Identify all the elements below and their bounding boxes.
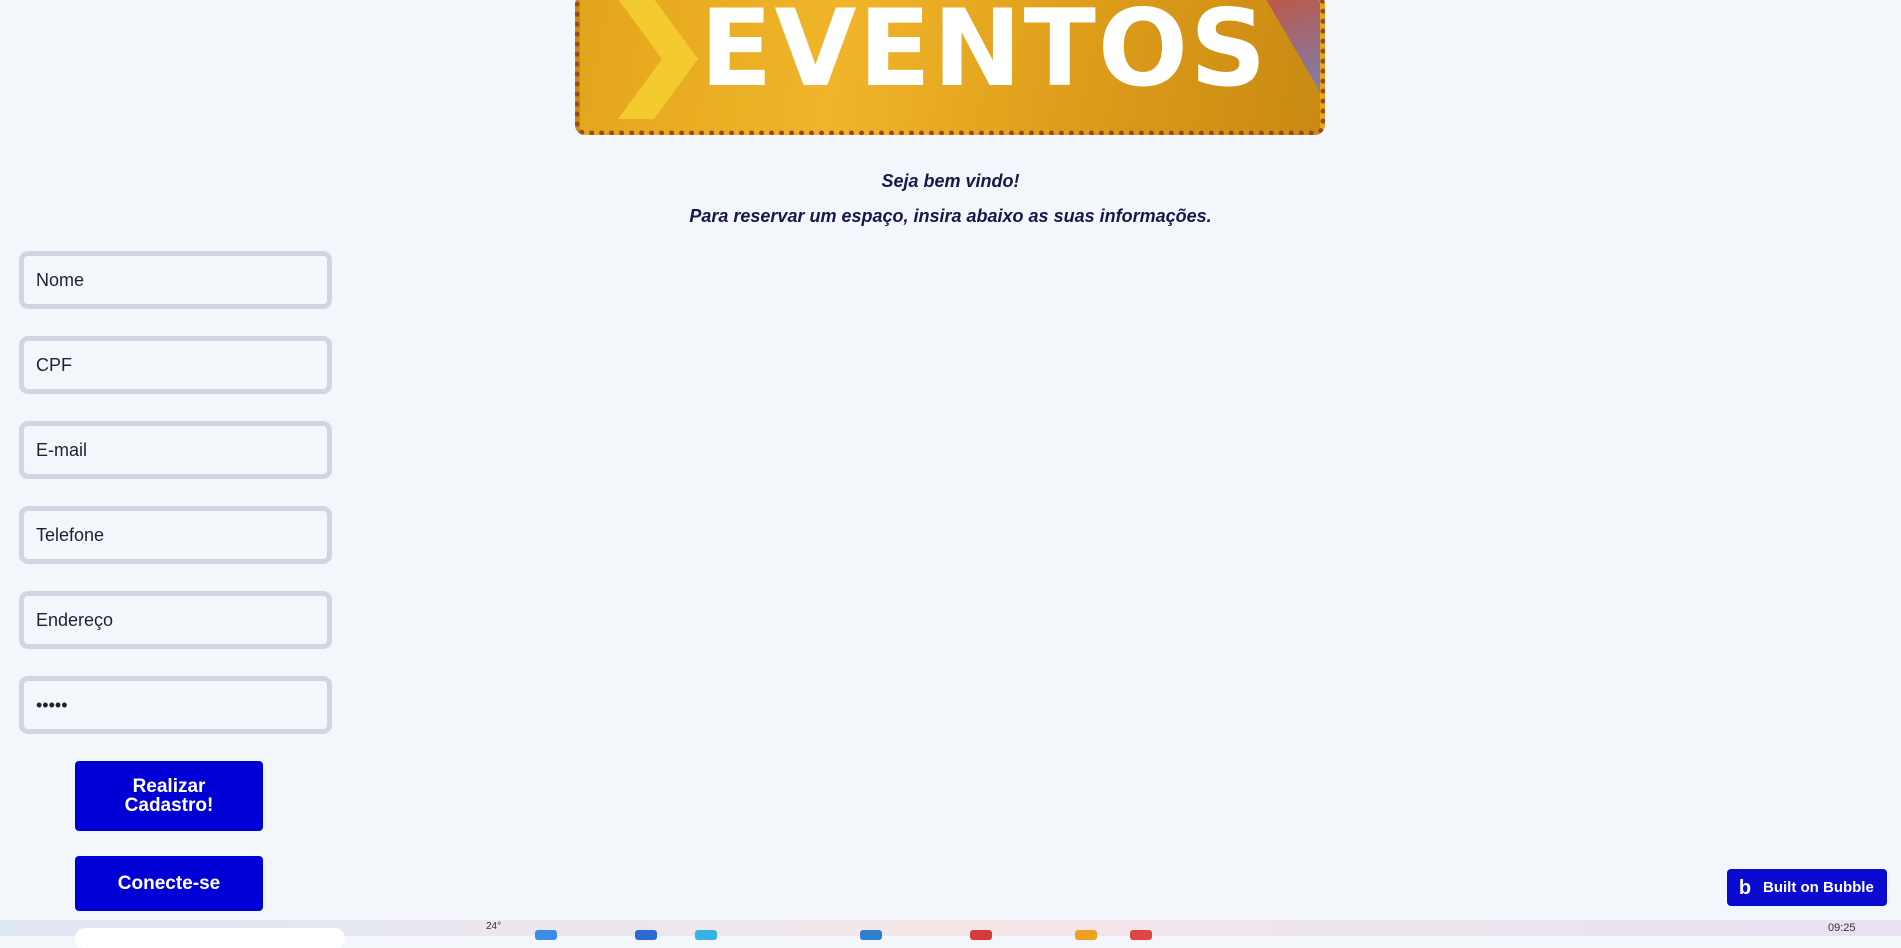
taskbar-app-icon[interactable] [970,930,992,940]
taskbar-app-icon[interactable] [1130,930,1152,940]
welcome-heading: Seja bem vindo! [881,171,1020,191]
password-input[interactable]: ••••• [19,676,332,734]
taskbar-clock: 09:25 [1828,922,1856,934]
chevron-shape [618,0,698,119]
telefone-input[interactable]: Telefone [19,506,332,564]
bubble-logo-icon: b [1738,876,1752,899]
welcome-instructions: Para reservar um espaço, insira abaixo a… [689,206,1212,226]
endereco-input[interactable]: Endereço [19,591,332,649]
bubble-badge-label: Built on Bubble [1763,879,1874,896]
taskbar-app-icon[interactable] [635,930,657,940]
taskbar-app-icon[interactable] [860,930,882,940]
built-on-bubble-badge[interactable]: b Built on Bubble [1727,869,1887,906]
weather-temp: 24° [486,921,502,932]
os-taskbar: 24° 09:25 [0,920,1901,948]
taskbar-app-icon[interactable] [535,930,557,940]
banner-photo-corner [1260,0,1320,109]
taskbar-search-box[interactable] [75,928,345,948]
taskbar-app-icon[interactable] [695,930,717,940]
nome-input[interactable]: Nome [19,251,332,309]
eventos-banner: EVENTOS [575,0,1325,135]
taskbar-app-icon[interactable] [1075,930,1097,940]
banner-title: EVENTOS [700,0,1269,110]
email-input[interactable]: E-mail [19,421,332,479]
register-button[interactable]: Realizar Cadastro! [75,761,263,831]
cpf-input[interactable]: CPF [19,336,332,394]
login-button[interactable]: Conecte-se [75,856,263,911]
